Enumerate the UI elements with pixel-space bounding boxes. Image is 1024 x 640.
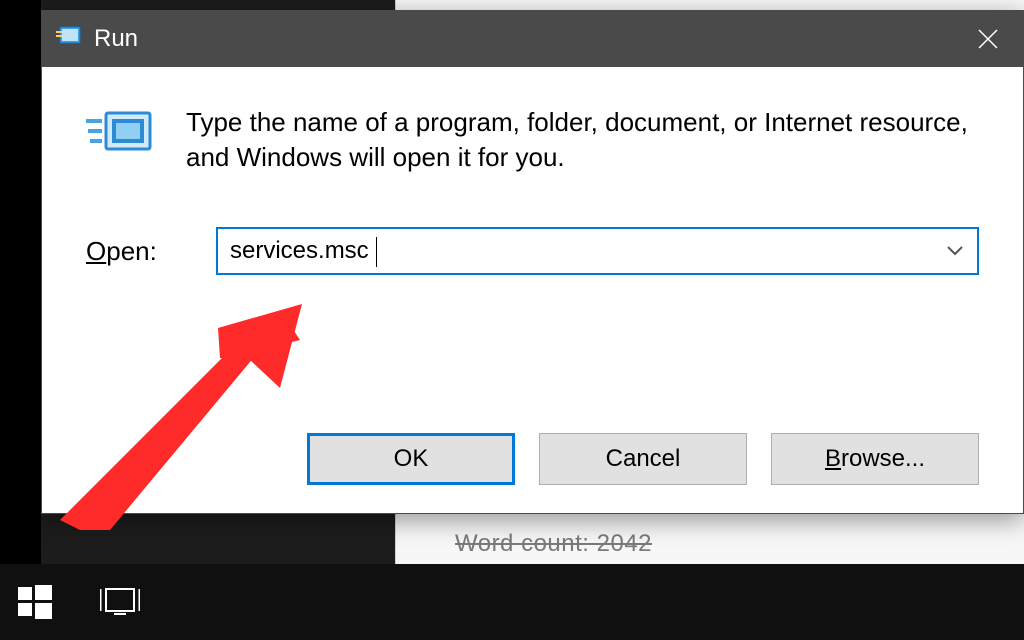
- dialog-description: Type the name of a program, folder, docu…: [186, 105, 979, 175]
- start-button[interactable]: [18, 585, 52, 619]
- task-view-icon: [100, 585, 140, 619]
- titlebar[interactable]: Run: [42, 11, 1023, 67]
- text-caret: [376, 237, 377, 267]
- run-title-icon: [56, 25, 82, 54]
- close-button[interactable]: [953, 11, 1023, 67]
- cancel-button[interactable]: Cancel: [539, 433, 747, 485]
- combobox-dropdown-button[interactable]: [933, 245, 977, 257]
- open-label: Open:: [86, 236, 216, 267]
- task-view-button[interactable]: [100, 585, 140, 619]
- ok-button[interactable]: OK: [307, 433, 515, 485]
- chevron-down-icon: [946, 245, 964, 257]
- taskbar[interactable]: [0, 564, 1024, 640]
- dialog-title: Run: [94, 25, 138, 53]
- button-row: OK Cancel Browse...: [86, 433, 979, 485]
- dialog-body: Type the name of a program, folder, docu…: [42, 67, 1023, 513]
- open-input[interactable]: [218, 237, 933, 265]
- run-dialog: Run Type the name of a program, folder, …: [41, 10, 1024, 514]
- desktop-black-strip: [0, 0, 41, 564]
- background-wordcount-text: Word count: 2042: [455, 530, 652, 558]
- windows-start-icon: [18, 585, 52, 619]
- close-icon: [977, 28, 999, 50]
- open-combobox[interactable]: [216, 227, 979, 275]
- run-large-icon: [86, 107, 156, 168]
- browse-button[interactable]: Browse...: [771, 433, 979, 485]
